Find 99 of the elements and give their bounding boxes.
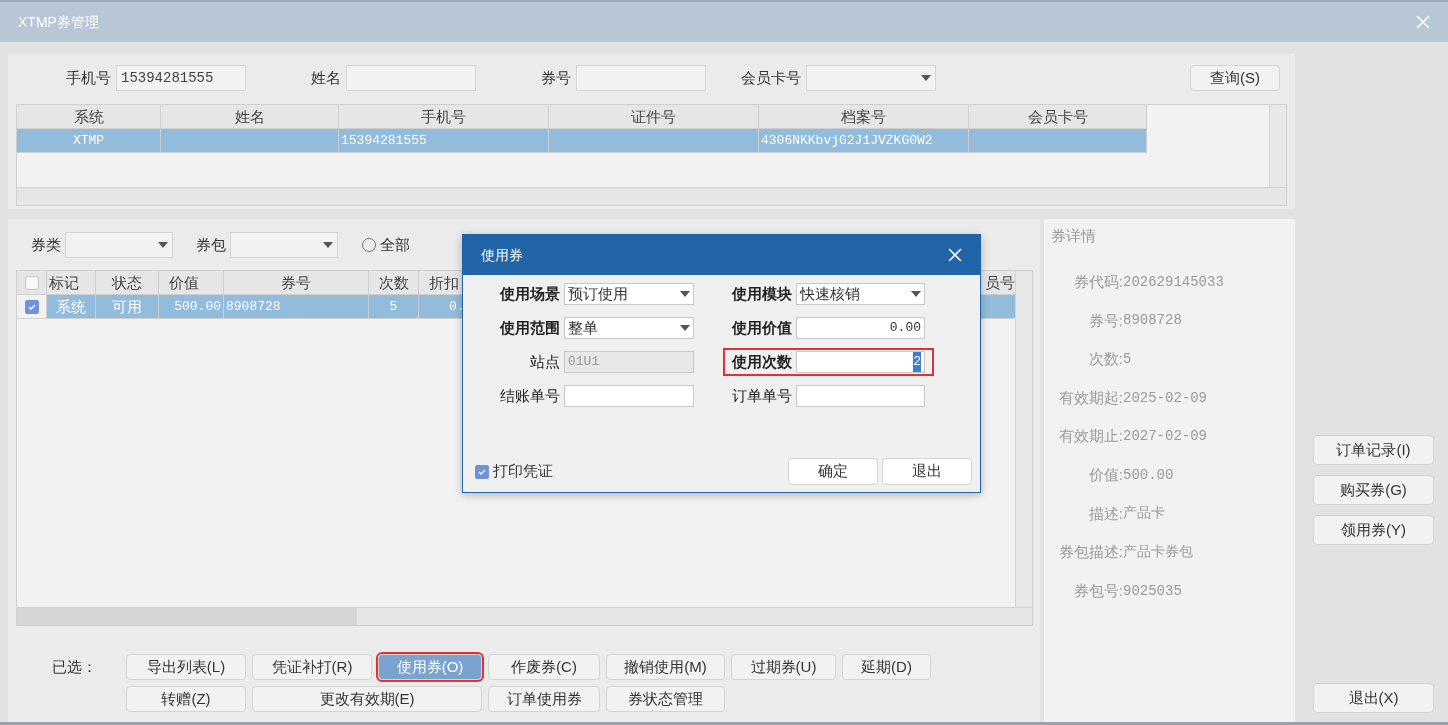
- scrollbar[interactable]: [17, 607, 1032, 625]
- detail-value: 9025035: [1123, 581, 1182, 601]
- action-button[interactable]: 转赠(Z): [126, 686, 246, 712]
- caret-icon: [323, 242, 333, 248]
- input-field[interactable]: [346, 65, 476, 91]
- side-button[interactable]: 订单记录(I): [1313, 435, 1434, 465]
- caret-icon: [680, 291, 690, 297]
- radio-button[interactable]: 全部: [362, 233, 410, 257]
- field-label: 券类: [31, 234, 61, 255]
- detail-label: 有效期止:: [1057, 426, 1123, 447]
- dropdown[interactable]: 整单: [564, 317, 694, 339]
- table-cell: 4306NKKbvjG2J1JVZKG0W2: [759, 129, 969, 153]
- action-button[interactable]: 过期券(U): [731, 654, 836, 680]
- field-label: 使用范围: [498, 317, 560, 338]
- action-button[interactable]: 券状态管理: [606, 686, 725, 712]
- column-header[interactable]: 手机号: [339, 105, 549, 129]
- detail-value: 5: [1123, 350, 1132, 369]
- detail-label: 券代码:: [1072, 272, 1123, 293]
- column-header[interactable]: 证件号: [549, 105, 759, 129]
- action-button[interactable]: 作废券(C): [488, 654, 600, 680]
- detail-value: 500.00: [1123, 465, 1174, 485]
- column-header[interactable]: 档案号: [759, 105, 969, 129]
- dropdown[interactable]: 快速核销: [795, 283, 925, 305]
- table-cell: 15394281555: [339, 129, 549, 153]
- side-button[interactable]: 领用券(Y): [1313, 515, 1434, 545]
- detail-value: 202629145033: [1123, 272, 1224, 292]
- panel-title: 券详情: [1051, 226, 1097, 246]
- dropdown[interactable]: [806, 65, 936, 91]
- scrollbar[interactable]: [1269, 105, 1286, 187]
- action-button[interactable]: 导出列表(L): [126, 654, 246, 680]
- column-header[interactable]: 系统: [17, 105, 161, 129]
- dropdown[interactable]: [65, 232, 173, 258]
- scrollbar[interactable]: [17, 187, 1286, 205]
- input-field[interactable]: 0.00: [795, 317, 925, 339]
- detail-value: 产品卡: [1123, 504, 1165, 524]
- caret-icon: [911, 291, 921, 297]
- field-label: 姓名: [310, 67, 341, 88]
- column-header[interactable]: 状态: [96, 271, 159, 295]
- input-field: 01U1: [564, 351, 694, 373]
- action-button[interactable]: 更改有效期(E): [252, 686, 482, 712]
- field-label: 结账单号: [499, 385, 560, 406]
- dialog-title: 使用券: [481, 245, 523, 265]
- close-icon[interactable]: [948, 248, 962, 262]
- side-button[interactable]: 购买券(G): [1313, 475, 1434, 505]
- detail-label: 次数:: [1087, 349, 1123, 370]
- table-cell: 500.00: [159, 295, 224, 319]
- checkbox[interactable]: 打印凭证: [475, 460, 553, 483]
- window-title: XTMP券管理: [18, 12, 99, 32]
- action-button[interactable]: 延期(D): [842, 654, 931, 680]
- column-header[interactable]: 标记: [47, 271, 96, 295]
- field-label: 会员卡号: [740, 67, 801, 88]
- column-header[interactable]: 次数: [369, 271, 419, 295]
- dropdown[interactable]: 预订使用: [564, 283, 694, 305]
- detail-value: 2027-02-09: [1123, 427, 1207, 447]
- input-field[interactable]: [795, 385, 925, 407]
- table-cell: 系统: [47, 295, 96, 319]
- column-header[interactable]: 价值: [159, 271, 224, 295]
- scrollbar[interactable]: [1015, 271, 1032, 607]
- detail-label: 券包号:: [1072, 580, 1123, 601]
- selection-label: 已选：: [51, 657, 98, 677]
- table-cell: 5: [369, 295, 419, 319]
- detail-value: 2025-02-09: [1123, 388, 1207, 408]
- detail-value: 8908728: [1123, 311, 1182, 331]
- checkbox[interactable]: [24, 275, 39, 290]
- input-field[interactable]: [564, 385, 694, 407]
- detail-label: 有效期起:: [1057, 387, 1123, 408]
- field-label: 站点: [529, 351, 560, 372]
- caret-icon: [158, 242, 168, 248]
- action-button[interactable]: 订单使用券: [488, 686, 600, 712]
- field-label: 券号: [540, 67, 571, 88]
- field-label: 订单单号: [730, 385, 792, 406]
- dialog-button[interactable]: 退出: [882, 458, 972, 485]
- checkbox[interactable]: [24, 299, 39, 314]
- table-cell: XTMP: [17, 129, 161, 153]
- search-button[interactable]: 查询(S): [1190, 65, 1280, 91]
- detail-value: 产品卡券包: [1123, 542, 1193, 562]
- detail-label: 描述:: [1087, 503, 1123, 524]
- table-cell: 8908728: [224, 295, 369, 319]
- column-header[interactable]: 券号: [224, 271, 369, 295]
- field-label: 手机号: [65, 67, 111, 88]
- input-field[interactable]: 15394281555: [116, 65, 246, 91]
- input-field[interactable]: 2: [795, 351, 925, 373]
- field-label: 使用价值: [730, 317, 792, 338]
- detail-label: 价值:: [1087, 465, 1123, 485]
- field-label: 使用次数: [730, 351, 792, 372]
- caret-icon: [680, 325, 690, 331]
- detail-label: 券号:: [1087, 310, 1123, 331]
- detail-label: 券包描述:: [1057, 542, 1123, 563]
- action-button[interactable]: 撤销使用(M): [606, 654, 725, 680]
- dialog-button[interactable]: 确定: [788, 458, 878, 485]
- action-button[interactable]: 凭证补打(R): [252, 654, 372, 680]
- column-header[interactable]: 会员卡号: [969, 105, 1147, 129]
- column-header[interactable]: 姓名: [161, 105, 339, 129]
- caret-icon: [921, 75, 931, 81]
- table-cell: 可用: [96, 295, 159, 319]
- exit-button[interactable]: 退出(X): [1313, 683, 1434, 713]
- input-field[interactable]: [576, 65, 706, 91]
- field-label: 券包: [196, 234, 226, 255]
- dropdown[interactable]: [230, 232, 338, 258]
